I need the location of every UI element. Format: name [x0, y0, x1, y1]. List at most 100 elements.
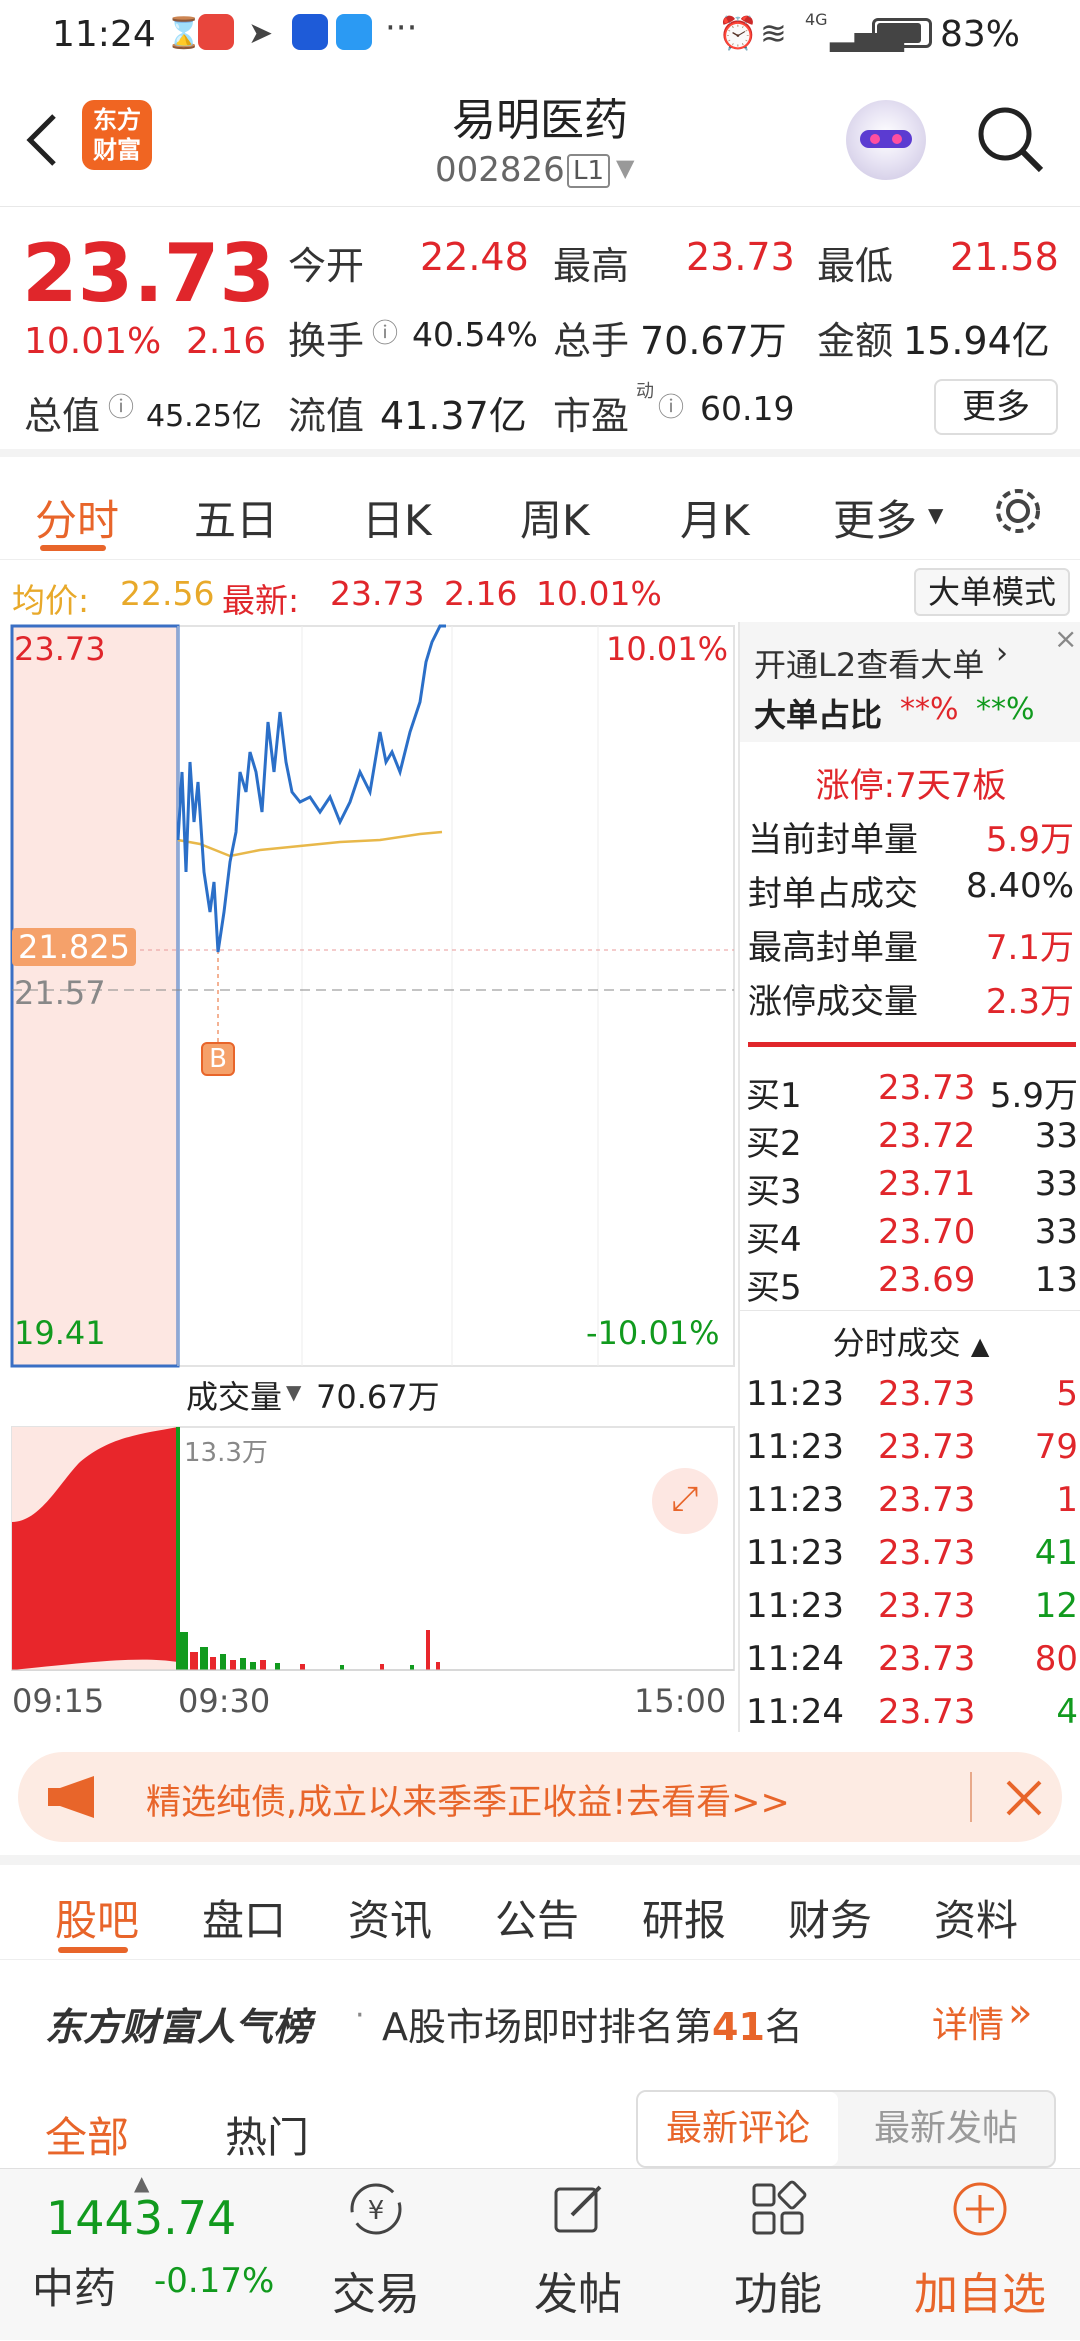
turnover-label: 换手 — [288, 319, 365, 363]
nav-trade[interactable]: ¥ 交易 — [296, 2179, 456, 2322]
stat-value: 8.40% — [965, 866, 1074, 906]
nav-add-watchlist[interactable]: 加自选 — [900, 2179, 1060, 2322]
l2-promo-box[interactable]: 开通L2查看大单 › × 大单占比 **% **% — [740, 622, 1080, 742]
status-bar: 11:24 ⌛ ➤ ··· ⏰ ≋ 4G ▂▄▆ 83% — [0, 0, 1080, 72]
info-icon[interactable]: ⓘ — [658, 387, 684, 424]
tab-order-book[interactable]: 盘口 — [202, 1887, 286, 1948]
rank-prefix: A股市场即时排名第 — [382, 2005, 712, 2049]
tab-financials[interactable]: 财务 — [788, 1887, 872, 1948]
tab-intraday[interactable]: 分时 — [35, 487, 119, 548]
index-name: 中药 — [32, 2264, 117, 2313]
bid-price: 23.69 — [878, 1260, 976, 1300]
filter-all[interactable]: 全部 — [45, 2104, 129, 2165]
megaphone-icon — [48, 1776, 94, 1818]
bid-price: 23.71 — [878, 1164, 976, 1204]
tick-time: 11:24 — [746, 1692, 844, 1732]
stat-label: 涨停成交量 — [748, 982, 918, 1022]
expand-icon[interactable]: ⤢ — [652, 1468, 718, 1534]
double-chevron-icon[interactable]: » — [1008, 1990, 1032, 2036]
intraday-chart[interactable]: 23.73 10.01% 21.825 21.57 B 19.41 -10.01… — [0, 622, 740, 1732]
prev-close-label: 21.57 — [14, 974, 106, 1012]
buy-marker[interactable]: B — [201, 1042, 235, 1076]
turnover-value: 40.54% — [412, 315, 538, 354]
bid-label: 买2 — [746, 1124, 802, 1164]
nav-post[interactable]: 发帖 — [498, 2179, 658, 2322]
bid-volume: 33 — [1034, 1116, 1078, 1156]
tab-research[interactable]: 研报 — [642, 1887, 726, 1948]
bid-label: 买4 — [746, 1220, 802, 1260]
chart-bottom-price: 19.41 — [14, 1314, 106, 1352]
bottom-nav: ▲ 1443.74 中药 -0.17% ¥ 交易 发帖 功能 加自选 — [0, 2168, 1080, 2340]
latest-label: 最新: — [222, 581, 300, 620]
tick-volume: 4 — [1056, 1692, 1078, 1732]
more-button[interactable]: 更多 — [934, 379, 1058, 435]
robot-assistant-avatar[interactable] — [846, 100, 926, 180]
stat-label: 封单占成交 — [748, 874, 918, 914]
tick-volume: 12 — [1034, 1586, 1078, 1626]
app-notification-icon — [198, 14, 234, 50]
crosshair-price-label: 21.825 — [12, 928, 136, 966]
tab-monthly-k[interactable]: 月K — [680, 487, 750, 548]
tab-weekly-k[interactable]: 周K — [520, 487, 590, 548]
tab-announcements[interactable]: 公告 — [495, 1887, 579, 1948]
info-icon[interactable]: ⓘ — [108, 387, 134, 424]
search-icon[interactable] — [975, 104, 1047, 176]
info-icon[interactable]: ⓘ — [372, 313, 398, 350]
svg-text:¥: ¥ — [368, 2196, 385, 2226]
l2-link[interactable]: 开通L2查看大单 — [754, 640, 984, 686]
ticks-header[interactable]: 分时成交 ▲ — [740, 1318, 1080, 1364]
tick-time: 11:23 — [746, 1533, 844, 1573]
volume-max: 13.3万 — [184, 1438, 268, 1468]
popularity-rank[interactable]: 东方财富人气榜 · A股市场即时排名第41名 详情 » — [0, 1960, 1080, 2070]
open-value: 22.48 — [420, 235, 529, 279]
mktcap-label: 总值 — [24, 394, 101, 438]
tab-stock-forum[interactable]: 股吧 — [55, 1887, 139, 1948]
tab-daily-k[interactable]: 日K — [362, 487, 432, 548]
filter-hot[interactable]: 热门 — [225, 2104, 309, 2165]
high-label: 最高 — [553, 244, 630, 288]
tab-profile[interactable]: 资料 — [934, 1887, 1018, 1948]
volume-selector[interactable]: 成交量 — [186, 1372, 282, 1418]
tick-volume: 79 — [1034, 1427, 1078, 1467]
gear-icon[interactable] — [990, 483, 1046, 539]
tick-time: 11:23 — [746, 1480, 844, 1520]
promo-banner[interactable]: 精选纯债,成立以来季季正收益!去看看>> — [18, 1752, 1062, 1842]
tab-five-day[interactable]: 五日 — [194, 487, 278, 548]
more-dropdown-icon[interactable]: ▼ — [928, 503, 943, 527]
close-icon[interactable] — [1004, 1778, 1044, 1818]
tick-time: 11:23 — [746, 1374, 844, 1414]
level-badge[interactable]: L1 — [567, 154, 611, 188]
index-widget[interactable]: ▲ 1443.74 中药 -0.17% — [0, 2169, 274, 2341]
close-icon[interactable]: × — [1054, 622, 1077, 655]
latest-pct: 10.01% — [536, 574, 662, 613]
divider — [748, 1042, 1076, 1047]
dropdown-icon[interactable]: ▼ — [616, 154, 634, 182]
stat-label: 当前封单量 — [748, 820, 918, 860]
promo-text[interactable]: 精选纯债,成立以来季季正收益!去看看>> — [146, 1774, 790, 1825]
bid-label: 买1 — [746, 1076, 802, 1116]
chart-bottom-pct: -10.01% — [586, 1314, 720, 1352]
big-ratio-label: 大单占比 — [754, 696, 883, 734]
dot-separator: · — [355, 1998, 365, 2033]
nav-functions[interactable]: 功能 — [698, 2179, 858, 2322]
rank-detail-link[interactable]: 详情 — [932, 1996, 1004, 2048]
volume-dropdown-icon[interactable]: ▼ — [286, 1380, 301, 1404]
big-order-mode-button[interactable]: 大单模式 — [914, 568, 1070, 616]
time-mid: 09:30 — [178, 1682, 271, 1720]
tick-price: 23.73 — [878, 1639, 976, 1679]
tab-news[interactable]: 资讯 — [348, 1887, 432, 1948]
status-time: 11:24 — [52, 14, 156, 55]
big-ratio-b: **% — [976, 692, 1035, 727]
pe-value: 60.19 — [700, 389, 795, 428]
float-value: 41.37亿 — [380, 394, 527, 438]
sort-latest-comment[interactable]: 最新评论 — [638, 2092, 838, 2166]
chart-period-tabs: 分时 五日 日K 周K 月K 更多 ▼ — [0, 465, 1080, 560]
stat-value: 2.3万 — [985, 982, 1074, 1022]
tab-more[interactable]: 更多 — [833, 487, 917, 548]
battery-icon — [872, 18, 932, 48]
low-label: 最低 — [817, 244, 894, 288]
yuan-cycle-icon: ¥ — [350, 2183, 402, 2235]
sort-latest-post[interactable]: 最新发帖 — [838, 2092, 1054, 2166]
bid-volume: 33 — [1034, 1212, 1078, 1252]
bid-label: 买5 — [746, 1268, 802, 1308]
